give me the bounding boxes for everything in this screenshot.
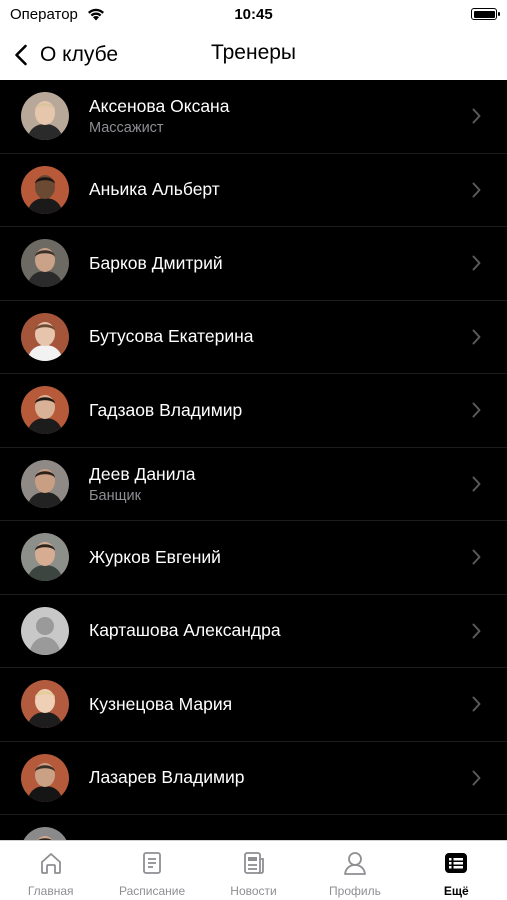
trainer-row[interactable]: Лазарев Владимир [0,742,507,815]
tab-label: Профиль [329,884,381,898]
trainer-avatar [21,386,69,435]
trainer-avatar [21,827,69,840]
navigation-bar: О клубе Тренеры [0,30,507,80]
trainer-name: Лазарев Владимир [89,767,245,788]
trainer-avatar [21,680,69,729]
tab-label: Расписание [119,884,186,898]
tab-home[interactable]: Главная [0,841,101,900]
trainer-row[interactable]: Барков Дмитрий [0,227,507,301]
trainer-avatar [21,533,69,582]
chevron-right-icon [472,182,481,198]
trainer-name: Аксенова Оксана [89,96,230,117]
trainer-avatar [21,92,69,141]
trainer-name: Гадзаов Владимир [89,399,243,420]
trainer-row[interactable]: Аксенова Оксана Массажист [0,80,507,154]
trainer-row[interactable]: Кузнецова Мария [0,668,507,742]
trainer-row[interactable] [0,815,507,840]
status-bar: Оператор 10:45 [0,0,507,30]
trainer-row[interactable]: Деев Данила Банщик [0,448,507,521]
tab-profile[interactable]: Профиль [304,841,405,900]
trainer-name: Аньика Альберт [89,179,220,200]
tab-label: Новости [230,884,277,898]
trainer-role: Массажист [89,120,164,137]
chevron-right-icon [472,623,481,639]
chevron-right-icon [472,696,481,712]
trainer-row[interactable]: Карташова Александра [0,595,507,668]
trainer-list[interactable]: Аксенова Оксана Массажист Аньика Альберт Ба… [0,80,507,840]
clock: 10:45 [234,6,273,23]
back-button[interactable]: О клубе [14,39,118,71]
chevron-right-icon [472,108,481,124]
trainer-avatar [21,753,69,802]
trainer-avatar [21,606,69,655]
chevron-right-icon [472,329,481,345]
chevron-right-icon [472,255,481,271]
tab-label: Ещё [443,884,469,898]
trainer-name: Журков Евгений [89,546,221,567]
chevron-right-icon [472,402,481,418]
trainer-name: Карташова Александра [89,620,281,641]
trainer-row[interactable]: Гадзаов Владимир [0,374,507,448]
trainer-avatar [21,312,69,361]
schedule-icon [143,852,162,874]
trainer-name: Бутусова Екатерина [89,326,254,347]
trainer-name: Кузнецова Мария [89,693,233,714]
back-label: О клубе [40,43,119,66]
trainer-avatar [21,239,69,288]
trainer-row[interactable]: Аньика Альберт [0,154,507,227]
news-icon [243,852,264,874]
battery-icon [471,8,500,20]
tab-news[interactable]: Новости [203,841,304,900]
chevron-left-icon [15,44,27,66]
home-icon [40,853,61,874]
chevron-right-icon [472,770,481,786]
profile-icon [344,852,366,875]
trainer-avatar [21,459,69,508]
trainer-name: Барков Дмитрий [89,252,223,273]
tab-more[interactable]: Ещё [406,841,507,900]
chevron-right-icon [472,476,481,492]
tab-schedule[interactable]: Расписание [101,841,202,900]
tab-label: Главная [27,884,74,898]
trainer-name: Деев Данила [89,463,196,484]
tab-bar: Главная Расписание Новости Профиль Ещё [0,840,507,900]
trainer-avatar [21,165,69,214]
trainer-role: Банщик [89,487,141,504]
trainer-row[interactable]: Бутусова Екатерина [0,301,507,374]
more-icon [445,853,468,873]
chevron-right-icon [472,549,481,565]
trainer-row[interactable]: Журков Евгений [0,521,507,595]
